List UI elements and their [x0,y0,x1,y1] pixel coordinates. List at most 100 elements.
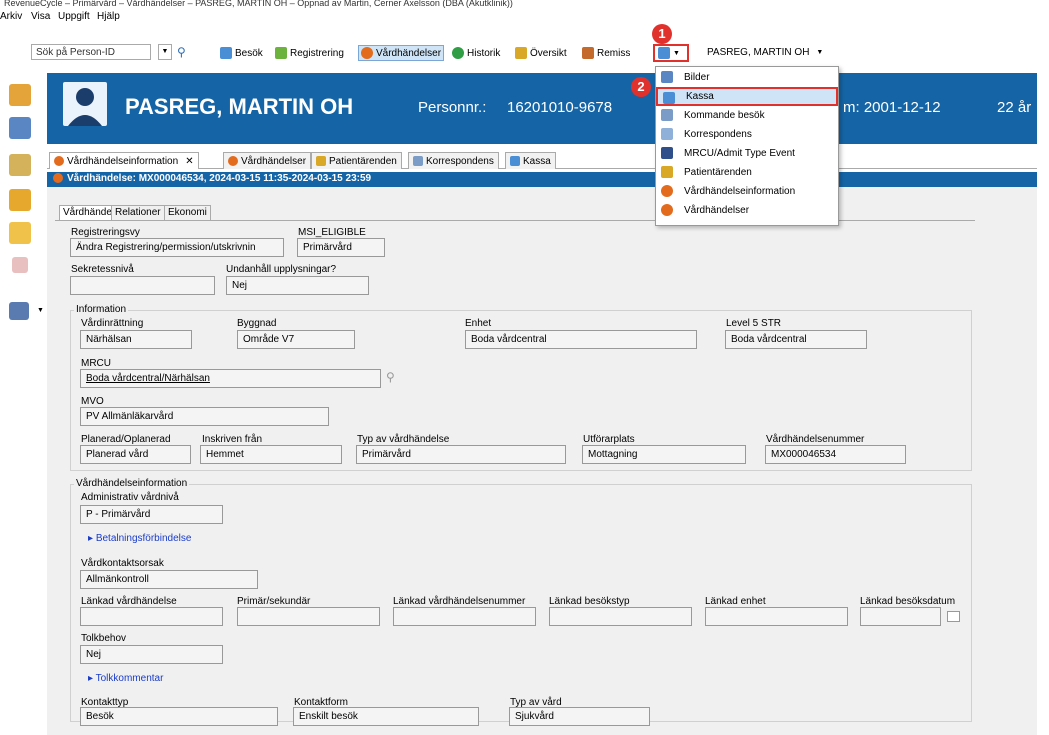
image-icon [661,71,673,83]
cash-icon [510,156,520,166]
close-icon[interactable]: ✕ [185,156,193,167]
dropdown-item-kommande-besok[interactable]: Kommande besök [656,106,838,125]
sekretess-field[interactable] [70,276,215,295]
primar-field[interactable] [237,607,380,626]
grid-icon[interactable] [9,302,29,320]
kontakttyp-field[interactable]: Besök [80,707,278,726]
menu-uppgift[interactable]: Uppgift [58,11,90,22]
menu-hjalp[interactable]: Hjälp [97,11,120,22]
registrering-button[interactable]: Registrering [275,47,344,59]
remiss-button[interactable]: Remiss [582,47,630,59]
registreringsvy-field[interactable]: Ändra Registrering/permission/utskrivnin [70,238,284,257]
lankad-enhet-field[interactable] [705,607,848,626]
folder-icon [661,166,673,178]
step-badge-2: 2 [631,77,651,97]
search-icon[interactable]: ⚲ [386,370,395,384]
dropdown-item-vardhandelser[interactable]: Vårdhändelser [656,201,838,220]
vardhandelser-button[interactable]: Vårdhändelser [358,45,445,61]
birth-date: m: 2001-12-12 [843,99,941,116]
typ-label: Typ av vårdhändelse [357,434,450,445]
dropdown-item-vardhandelseinformation[interactable]: Vårdhändelseinformation [656,182,838,201]
msi-field[interactable]: Primärvård [297,238,385,257]
search-icon[interactable]: ⚲ [177,45,186,59]
tolkkommentar-link[interactable]: ▸ Tolkkommentar [88,673,163,684]
admit-icon [661,147,673,159]
lankad-typ-field[interactable] [549,607,692,626]
primar-label: Primär/sekundär [237,596,311,607]
lankad-datum-label: Länkad besöksdatum [860,596,956,607]
dropdown-item-kassa[interactable]: Kassa [656,87,838,106]
mvo-field[interactable]: PV Allmänläkarvård [80,407,329,426]
nummer-field[interactable]: MX000046534 [765,445,906,464]
history-icon [452,47,464,59]
clock-icon [53,173,63,184]
mrcu-label: MRCU [81,358,111,369]
typvard-field[interactable]: Sjukvård [509,707,650,726]
byggnad-field[interactable]: Område V7 [237,330,355,349]
mvo-label: MVO [81,396,104,407]
mrcu-field[interactable]: Boda vårdcentral/Närhälsan [80,369,381,388]
menu-arkiv[interactable]: Arkiv [0,11,22,22]
clock-icon [661,204,673,216]
enhet-field[interactable]: Boda vårdcentral [465,330,697,349]
chevron-down-icon[interactable]: ▼ [37,307,44,314]
vardinrattning-field[interactable]: Närhälsan [80,330,192,349]
user-menu[interactable]: PASREG, MARTIN OH ▼ [707,47,823,58]
historik-button[interactable]: Historik [452,47,500,59]
calendar-icon[interactable] [947,611,960,622]
clipboard-icon[interactable] [9,154,31,176]
dropdown-item-patientarenden[interactable]: Patientärenden [656,163,838,182]
tab-vardhandelser[interactable]: Vårdhändelser [223,152,312,169]
lankad-vh-field[interactable] [80,607,223,626]
mail-icon[interactable] [9,222,31,244]
kontaktorsak-field[interactable]: Allmänkontroll [80,570,258,589]
chevron-down-icon: ▼ [673,49,680,57]
oversikt-button[interactable]: Översikt [515,47,567,59]
level5-field[interactable]: Boda vårdcentral [725,330,867,349]
calendar-icon [220,47,232,59]
undanhall-label: Undanhåll upplysningar? [226,264,337,275]
more-views-button[interactable]: ▼ [653,44,689,62]
kontaktorsak-label: Vårdkontaktsorsak [81,558,164,569]
export-icon[interactable] [9,189,31,211]
subtab-ekonomi[interactable]: Ekonomi [164,205,211,220]
dropdown-item-korrespondens[interactable]: Korrespondens [656,125,838,144]
mail-icon [413,156,423,166]
clock-icon [361,47,373,59]
tab-korrespondens[interactable]: Korrespondens [408,152,499,169]
planerad-field[interactable]: Planerad vård [80,445,191,464]
document-icon[interactable] [12,257,28,273]
lankad-datum-field[interactable] [860,607,941,626]
besok-button[interactable]: Besök [220,47,263,59]
subtab-relationer[interactable]: Relationer [111,205,165,220]
search-dropdown-button[interactable]: ▼ [158,44,172,60]
tab-vardhandelseinformation[interactable]: Vårdhändelseinformation ✕ [49,152,199,169]
tolk-label: Tolkbehov [81,633,127,644]
tab-patientarenden[interactable]: Patientärenden [311,152,402,169]
schedule-icon[interactable] [9,117,31,139]
utforar-field[interactable]: Mottagning [582,445,746,464]
clock-icon [661,185,673,197]
search-input[interactable]: Sök på Person-ID [31,44,151,60]
lankad-nr-field[interactable] [393,607,536,626]
pencil-icon [275,47,287,59]
person-icon[interactable] [9,84,31,106]
admin-label: Administrativ vårdnivå [81,492,179,503]
inskriven-field[interactable]: Hemmet [200,445,342,464]
personnr-label: Personnr.: [418,99,487,116]
undanhall-field[interactable]: Nej [226,276,369,295]
dropdown-item-mrcu[interactable]: MRCU/Admit Type Event [656,144,838,163]
enhet-label: Enhet [465,318,492,329]
admin-field[interactable]: P - Primärvård [80,505,223,524]
lankad-vh-label: Länkad vårdhändelse [81,596,177,607]
views-dropdown: Bilder Kassa Kommande besök Korresponden… [655,66,839,226]
betalning-link[interactable]: ▸ Betalningsförbindelse [88,533,191,544]
dropdown-item-bilder[interactable]: Bilder [656,68,838,87]
kontaktform-field[interactable]: Enskilt besök [293,707,479,726]
menu-visa[interactable]: Visa [31,11,50,22]
tolk-field[interactable]: Nej [80,645,223,664]
cash-icon [663,92,675,104]
tab-kassa[interactable]: Kassa [505,152,556,169]
typ-field[interactable]: Primärvård [356,445,566,464]
menu-bar: Arkiv Visa Uppgift Hjälp [0,9,1049,25]
